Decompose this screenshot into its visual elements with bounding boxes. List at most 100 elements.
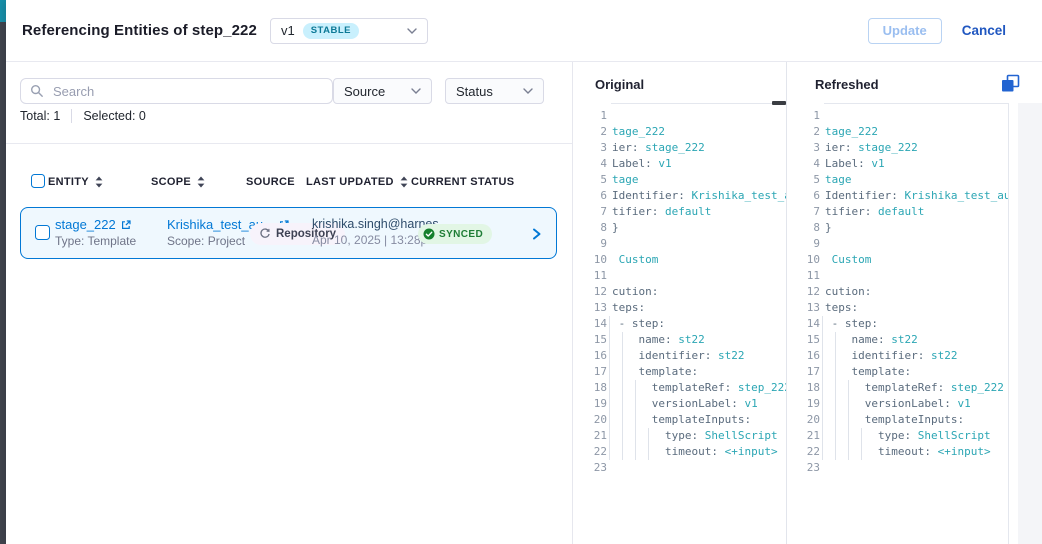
code-text: identifier: st22 <box>820 348 1008 364</box>
code-text: templateInputs: <box>607 412 786 428</box>
code-text: Identifier: Krishika_test_aut <box>607 188 786 204</box>
indent-guide <box>609 412 610 428</box>
line-number: 13 <box>786 300 820 316</box>
code-line: 14 - step: <box>573 316 786 332</box>
line-number: 12 <box>786 284 820 300</box>
code-line: 3ier: stage_222 <box>573 140 786 156</box>
code-line: 9 <box>786 236 1008 252</box>
entity-link[interactable]: stage_222 <box>55 217 116 232</box>
code-line: 7tifier: default <box>573 204 786 220</box>
version-selector[interactable]: v1 STABLE <box>270 18 428 44</box>
refreshed-code-editor[interactable]: 12tage_2223ier: stage_2224Label: v15tage… <box>786 103 1008 544</box>
code-text: identifier: st22 <box>607 348 786 364</box>
code-text: Identifier: Krishika_test_aut <box>820 188 1008 204</box>
line-number: 1 <box>786 108 820 124</box>
code-text: templateRef: step_222 <box>820 380 1008 396</box>
original-code-editor[interactable]: 12tage_2223ier: stage_2224Label: v15tage… <box>573 103 786 544</box>
indent-guide <box>835 428 836 444</box>
entities-list-pane: Source Status Total: 1 Selected: 0 ENTIT… <box>6 62 573 544</box>
source-filter-dropdown[interactable]: Source <box>333 78 432 104</box>
indent-guide <box>609 316 610 332</box>
refreshed-panel-title: Refreshed <box>815 77 879 92</box>
code-line: 20 templateInputs: <box>573 412 786 428</box>
code-text: template: <box>607 364 786 380</box>
code-line: 19 versionLabel: v1 <box>573 396 786 412</box>
code-text <box>607 108 786 124</box>
line-number: 20 <box>573 412 607 428</box>
line-number: 22 <box>786 444 820 460</box>
indent-guide <box>822 396 823 412</box>
line-number: 7 <box>786 204 820 220</box>
code-text: name: st22 <box>820 332 1008 348</box>
search-input[interactable] <box>51 83 323 100</box>
summary-divider <box>71 109 72 123</box>
line-number: 1 <box>573 108 607 124</box>
code-line: 23 <box>573 460 786 476</box>
code-line: 13teps: <box>786 300 1008 316</box>
code-text: tifier: default <box>820 204 1008 220</box>
indent-guide <box>622 396 623 412</box>
line-number: 2 <box>573 124 607 140</box>
entity-cell: stage_222 Type: Template <box>55 217 136 248</box>
column-label: LAST UPDATED <box>306 176 394 188</box>
indent-guide <box>622 428 623 444</box>
copy-icon[interactable] <box>1001 74 1020 93</box>
select-all-checkbox[interactable] <box>31 174 45 188</box>
line-number: 17 <box>573 364 607 380</box>
code-text: } <box>607 220 786 236</box>
code-line: 15 name: st22 <box>786 332 1008 348</box>
editor-edge-line <box>1008 103 1009 544</box>
indent-guide <box>622 380 623 396</box>
selection-summary: Total: 1 Selected: 0 <box>20 108 146 124</box>
indent-guide <box>822 444 823 460</box>
indent-guide <box>822 364 823 380</box>
cancel-button[interactable]: Cancel <box>956 22 1012 39</box>
indent-guide <box>609 364 610 380</box>
column-header-scope: SCOPE <box>151 174 205 190</box>
code-text: tage <box>820 172 1008 188</box>
update-button[interactable]: Update <box>868 18 942 44</box>
indent-guide <box>648 428 649 444</box>
row-checkbox[interactable] <box>35 225 50 240</box>
code-line: 10 Custom <box>573 252 786 268</box>
status-filter-dropdown[interactable]: Status <box>445 78 544 104</box>
code-text: ier: stage_222 <box>820 140 1008 156</box>
line-number: 10 <box>573 252 607 268</box>
code-text: name: st22 <box>607 332 786 348</box>
code-text: tage <box>607 172 786 188</box>
line-number: 6 <box>573 188 607 204</box>
indent-guide <box>835 396 836 412</box>
line-number: 9 <box>573 236 607 252</box>
table-row[interactable]: stage_222 Type: Template Krishika_test_a… <box>20 207 557 259</box>
indent-guide <box>822 348 823 364</box>
indent-guide <box>622 348 623 364</box>
sort-icon[interactable] <box>197 176 205 188</box>
code-line: 5tage <box>573 172 786 188</box>
chevron-down-icon <box>411 88 421 94</box>
column-label: CURRENT STATUS <box>411 176 514 188</box>
chevron-down-icon <box>407 28 417 34</box>
code-text <box>820 236 1008 252</box>
code-line: 4Label: v1 <box>573 156 786 172</box>
column-label: SOURCE <box>246 176 295 188</box>
code-text: type: ShellScript <box>820 428 1008 444</box>
external-link-icon[interactable] <box>120 219 132 231</box>
indent-guide <box>609 380 610 396</box>
indent-guide <box>822 316 823 332</box>
code-line: 13teps: <box>573 300 786 316</box>
indent-guide <box>861 428 862 444</box>
indent-guide <box>635 396 636 412</box>
code-line: 12cution: <box>573 284 786 300</box>
indent-guide <box>835 380 836 396</box>
line-number: 18 <box>786 380 820 396</box>
sort-icon[interactable] <box>95 176 103 188</box>
vertical-scrollbar-gutter[interactable] <box>1018 103 1042 544</box>
line-number: 11 <box>573 268 607 284</box>
line-number: 12 <box>573 284 607 300</box>
sort-icon[interactable] <box>400 176 408 188</box>
code-text: ier: stage_222 <box>607 140 786 156</box>
code-line: 20 templateInputs: <box>786 412 1008 428</box>
row-chevron-right-icon[interactable] <box>529 227 543 241</box>
code-line: 3ier: stage_222 <box>786 140 1008 156</box>
line-number: 21 <box>786 428 820 444</box>
